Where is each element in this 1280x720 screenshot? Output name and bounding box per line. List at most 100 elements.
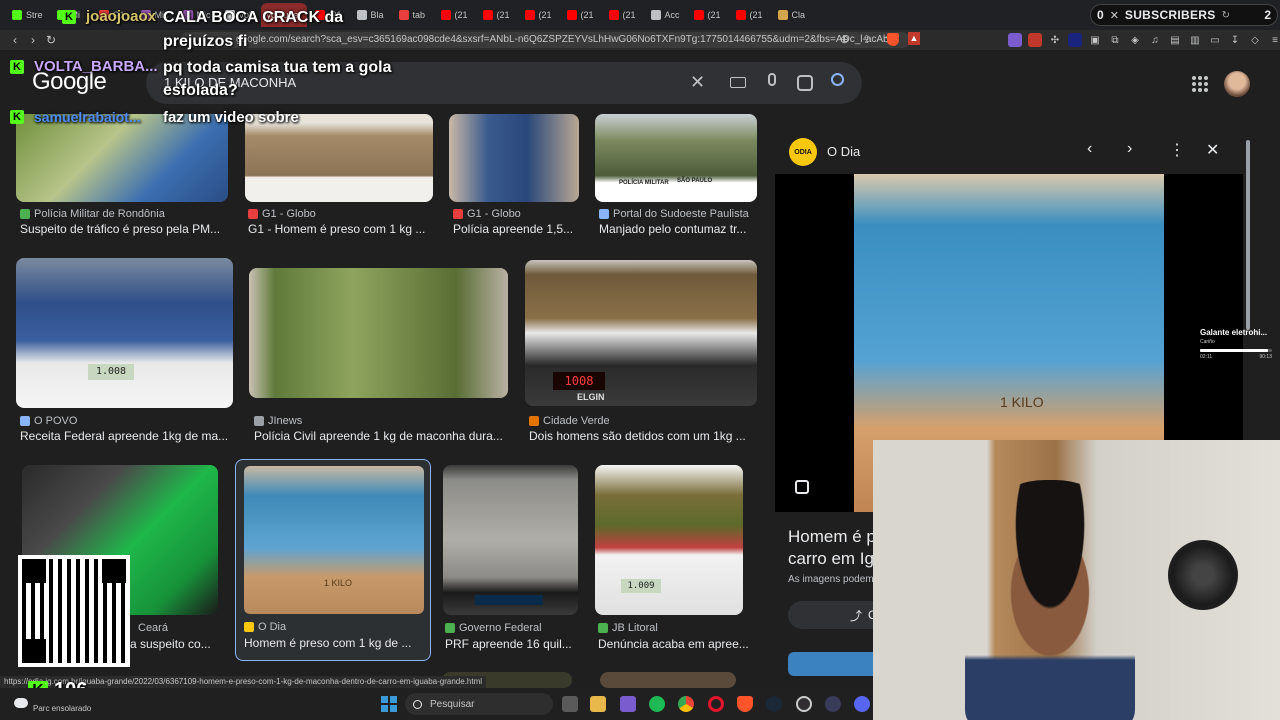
extension-icon[interactable] <box>1028 33 1042 47</box>
previous-icon[interactable]: ‹ <box>1087 140 1092 158</box>
result-image[interactable]: 1008 ELGIN <box>525 260 757 406</box>
result-source[interactable]: JB Litoral <box>598 622 658 634</box>
result-image[interactable]: 1.008 <box>16 258 233 408</box>
result-image[interactable] <box>449 114 579 202</box>
extension-icon[interactable]: ✣ <box>1048 33 1062 47</box>
brave-shield-icon[interactable] <box>887 33 899 46</box>
search-icon[interactable] <box>831 73 844 86</box>
warning-icon[interactable]: ▲ <box>908 32 920 45</box>
browser-tab[interactable]: Bla <box>351 3 391 27</box>
avatar[interactable] <box>1224 71 1250 97</box>
windows-start-icon[interactable] <box>381 696 397 712</box>
result-image[interactable] <box>249 268 508 398</box>
reading-list-icon[interactable]: ▤ <box>1168 33 1182 47</box>
more-options-icon[interactable]: ⋮ <box>1169 140 1185 160</box>
browser-tab[interactable]: (21 <box>603 3 643 27</box>
reload-icon[interactable]: ↻ <box>42 31 60 49</box>
task-view-icon[interactable] <box>562 696 578 712</box>
zoom-icon[interactable]: ⊕ <box>840 33 849 46</box>
result-title[interactable]: Denúncia acaba em apree... <box>598 637 756 651</box>
forward-icon[interactable]: › <box>24 31 42 49</box>
result-image[interactable] <box>443 465 578 615</box>
result-source[interactable]: G1 - Globo <box>453 208 521 220</box>
browser-tab[interactable]: Cla <box>772 3 812 27</box>
browser-tab[interactable]: (21 <box>561 3 601 27</box>
lens-icon[interactable] <box>797 75 813 91</box>
sidebar-icon[interactable]: ▥ <box>1188 33 1202 47</box>
address-bar[interactable]: google.com/search?sca_esv=c365169ac098cd… <box>180 32 910 48</box>
lens-search-icon[interactable] <box>795 480 809 494</box>
panel-title[interactable]: Homem é pr <box>788 527 882 547</box>
close-icon[interactable]: ✕ <box>1110 9 1119 22</box>
menu-icon[interactable]: ≡ <box>1268 33 1280 47</box>
browser-tab[interactable]: Stre <box>6 3 49 27</box>
page-scrollbar[interactable] <box>1246 140 1250 330</box>
result-image[interactable] <box>600 672 736 688</box>
opera-icon[interactable] <box>708 696 724 712</box>
result-source[interactable]: Portal do Sudoeste Paulista <box>599 208 749 220</box>
result-image[interactable] <box>245 114 433 202</box>
browser-tab[interactable]: tab <box>393 3 433 27</box>
result-title[interactable]: PRF apreende 16 quil... <box>445 637 580 651</box>
back-icon[interactable]: ‹ <box>6 31 24 49</box>
result-source[interactable]: Cidade Verde <box>529 415 610 427</box>
spotify-icon[interactable] <box>649 696 665 712</box>
browser-tab[interactable]: (21 <box>730 3 770 27</box>
download-icon[interactable]: ↧ <box>1228 33 1242 47</box>
panel-source-name[interactable]: O Dia <box>827 144 860 159</box>
apps-grid-icon[interactable] <box>1192 76 1208 92</box>
panel-title[interactable]: carro em Igu <box>788 549 883 569</box>
extension-icon[interactable] <box>1008 33 1022 47</box>
browser-tab[interactable]: Acc <box>645 3 686 27</box>
result-title[interactable]: Suspeito de tráfico é preso pela PM... <box>20 222 230 236</box>
brave-icon[interactable] <box>737 696 753 712</box>
result-source[interactable]: Ceará <box>138 622 168 634</box>
result-image[interactable]: 1.009 <box>595 465 743 615</box>
result-title[interactable]: Receita Federal apreende 1kg de ma... <box>20 429 235 443</box>
result-source[interactable]: JInews <box>254 415 302 427</box>
close-panel-icon[interactable]: ✕ <box>1206 140 1219 160</box>
result-image[interactable] <box>16 114 228 202</box>
file-explorer-icon[interactable] <box>590 696 606 712</box>
related-image[interactable] <box>788 652 878 676</box>
result-image[interactable]: POLÍCIA MILITAR SÃO PAULO <box>595 114 757 202</box>
keyboard-icon[interactable] <box>730 77 746 88</box>
result-title[interactable]: Polícia Civil apreende 1 kg de maconha d… <box>254 429 509 443</box>
microphone-icon[interactable] <box>768 73 776 86</box>
media-controls-icon[interactable]: ♫ <box>1148 33 1162 47</box>
steam-icon[interactable] <box>766 696 782 712</box>
chrome-icon[interactable] <box>678 696 694 712</box>
extension-icon[interactable] <box>1068 33 1082 47</box>
weather-icon[interactable] <box>14 698 28 708</box>
result-source[interactable]: O Dia <box>244 621 286 633</box>
source-logo[interactable]: ODIA <box>789 138 817 166</box>
result-title[interactable]: Dois homens são detidos com um 1kg ... <box>529 429 757 443</box>
result-title[interactable]: Homem é preso com 1 kg de ... <box>244 636 426 650</box>
result-title[interactable]: Polícia apreende 1,5... <box>453 222 581 236</box>
extension-icon[interactable]: ◈ <box>1128 33 1142 47</box>
obs-icon[interactable] <box>796 696 812 712</box>
discord-icon[interactable] <box>854 696 870 712</box>
extension-icon[interactable]: ▣ <box>1088 33 1102 47</box>
result-title[interactable]: Manjado pelo contumaz tr... <box>599 222 757 236</box>
result-image-selected[interactable]: 1 KILO O Dia Homem é preso com 1 kg de .… <box>235 459 431 661</box>
result-title[interactable]: a suspeito co... <box>130 637 230 651</box>
taskbar-search[interactable]: Pesquisar <box>405 693 553 715</box>
result-title[interactable]: G1 - Homem é preso com 1 kg ... <box>248 222 436 236</box>
result-source[interactable]: G1 - Globo <box>248 208 316 220</box>
next-icon[interactable]: › <box>1127 140 1132 158</box>
browser-tab[interactable]: (21 <box>688 3 728 27</box>
extensions-puzzle-icon[interactable]: ⧉ <box>1108 33 1122 47</box>
result-source[interactable]: Polícia Militar de Rondônia <box>20 208 165 220</box>
wallet-icon[interactable]: ▭ <box>1208 33 1222 47</box>
browser-tab[interactable]: (21 <box>477 3 517 27</box>
result-source[interactable]: Governo Federal <box>445 622 542 634</box>
vpn-icon[interactable]: ◇ <box>1248 33 1262 47</box>
result-source[interactable]: O POVO <box>20 415 77 427</box>
share-icon[interactable]: ⇪ <box>862 33 871 46</box>
clear-icon[interactable]: ✕ <box>690 72 705 93</box>
browser-tab[interactable]: (21 <box>435 3 475 27</box>
app-icon[interactable] <box>620 696 636 712</box>
app-icon[interactable] <box>825 696 841 712</box>
progress-bar[interactable] <box>1200 349 1272 352</box>
